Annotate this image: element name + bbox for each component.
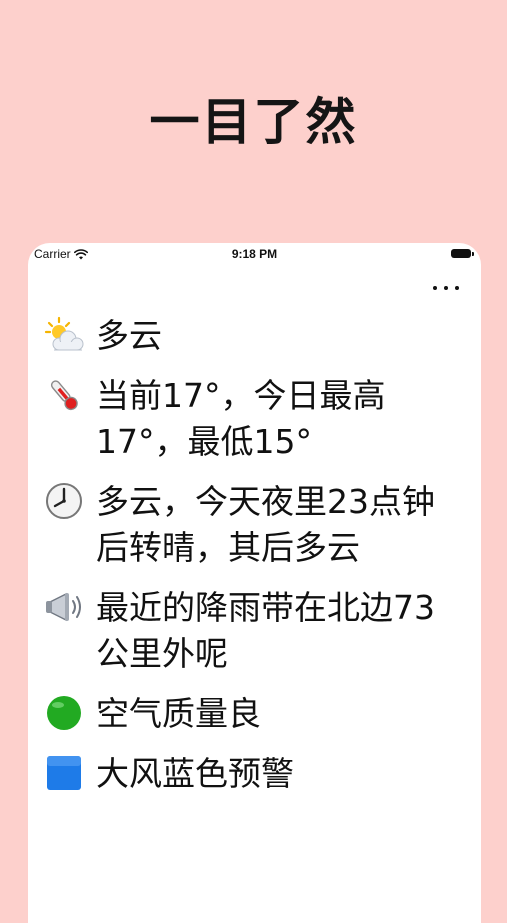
thermometer-icon	[50, 380, 78, 411]
list-item-wind-warning: 大风蓝色预警	[44, 751, 464, 797]
list-item-precipitation: 最近的降雨带在北边73公里外呢	[44, 585, 464, 677]
green-circle-icon	[47, 696, 81, 730]
page-title: 一目了然	[149, 93, 358, 151]
clock-icon	[46, 483, 82, 519]
more-dot-icon	[433, 286, 437, 290]
more-dot-icon	[455, 286, 459, 290]
temperature-text: 当前17°，今日最高17°，最低15°	[96, 376, 386, 461]
list-item-temperature: 当前17°，今日最高17°，最低15°	[44, 373, 464, 465]
partly-cloudy-icon	[44, 316, 84, 351]
precipitation-text: 最近的降雨带在北边73公里外呢	[96, 588, 435, 673]
status-bar: Carrier 9:18 PM	[28, 243, 481, 265]
weather-summary-list: 多云 当前17°，今日最高17°，最低15° 多云，今天夜里23点钟后转晴，其后…	[44, 313, 464, 811]
list-item-air-quality: 空气质量良	[44, 691, 464, 737]
air-quality-text: 空气质量良	[96, 694, 261, 733]
wind-warning-text: 大风蓝色预警	[96, 754, 294, 793]
list-item-forecast: 多云，今天夜里23点钟后转晴，其后多云	[44, 479, 464, 571]
phone-screen: Carrier 9:18 PM 多云 当前17°，今日最高17°，最低15° 多…	[28, 243, 481, 923]
more-options-button[interactable]	[433, 281, 459, 295]
status-time: 9:18 PM	[231, 247, 278, 261]
blue-square-icon	[47, 756, 81, 790]
condition-text: 多云	[96, 316, 162, 355]
battery-icon	[451, 249, 474, 258]
more-dot-icon	[444, 286, 448, 290]
megaphone-icon	[46, 592, 81, 622]
forecast-text: 多云，今天夜里23点钟后转晴，其后多云	[96, 482, 435, 567]
list-item-condition: 多云	[44, 313, 464, 359]
